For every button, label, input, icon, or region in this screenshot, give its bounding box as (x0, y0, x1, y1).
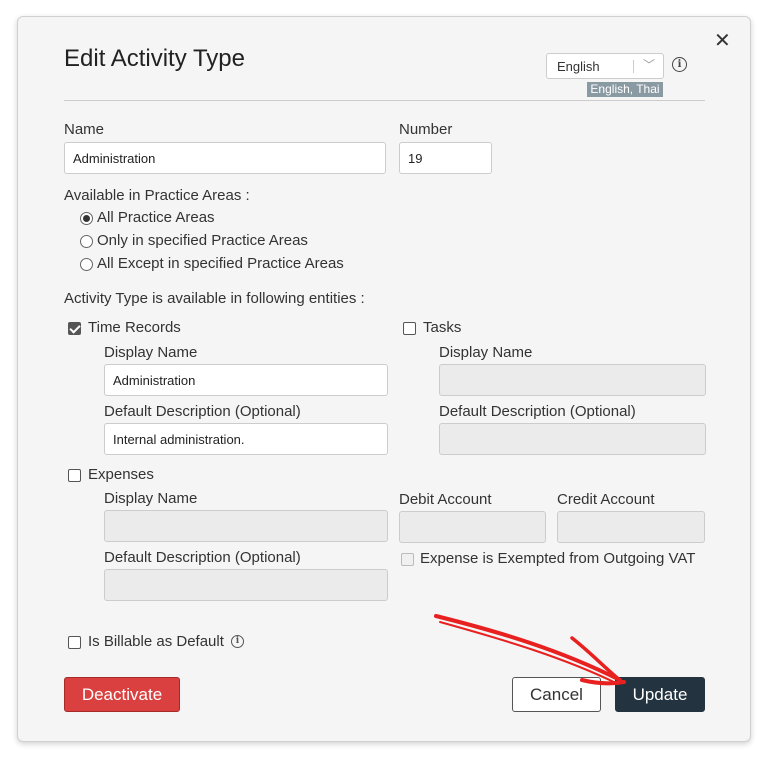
radio-all-except-specified-practice-areas[interactable] (80, 258, 93, 271)
number-label: Number (399, 121, 453, 138)
time-records-display-name-input[interactable]: Administration (104, 364, 388, 396)
practice-areas-label: Available in Practice Areas : (64, 187, 250, 204)
debit-account-input[interactable] (399, 511, 546, 543)
tasks-default-description-label: Default Description (Optional) (439, 403, 636, 420)
tasks-label: Tasks (423, 319, 462, 336)
number-input[interactable]: 19 (399, 142, 492, 174)
languages-badge: English, Thai (587, 82, 663, 97)
credit-account-label: Credit Account (557, 491, 655, 508)
time-records-checkbox[interactable] (68, 322, 81, 335)
dialog-title: Edit Activity Type (64, 45, 245, 72)
vat-exempt-checkbox[interactable] (401, 553, 414, 566)
debit-account-label: Debit Account (399, 491, 492, 508)
tasks-default-description-input[interactable] (439, 423, 706, 455)
billable-info-icon[interactable]: i (231, 635, 244, 648)
radio-label-all-except: All Except in specified Practice Areas (97, 255, 344, 272)
select-separator (633, 60, 634, 73)
language-select[interactable]: English ﹀ (546, 53, 664, 79)
close-icon[interactable]: ✕ (714, 31, 731, 51)
name-input[interactable]: Administration (64, 142, 386, 174)
radio-only-specified-practice-areas[interactable] (80, 235, 93, 248)
billable-checkbox[interactable] (68, 636, 81, 649)
info-icon[interactable]: i (672, 57, 687, 72)
tasks-checkbox[interactable] (403, 322, 416, 335)
expenses-label: Expenses (88, 466, 154, 483)
radio-label-only-specified: Only in specified Practice Areas (97, 232, 308, 249)
expenses-checkbox[interactable] (68, 469, 81, 482)
expenses-default-description-input[interactable] (104, 569, 388, 601)
deactivate-button[interactable]: Deactivate (64, 677, 180, 712)
billable-label: Is Billable as Default (88, 633, 224, 650)
time-records-label: Time Records (88, 319, 181, 336)
header-divider (64, 100, 705, 101)
entities-label: Activity Type is available in following … (64, 290, 365, 307)
expenses-default-description-label: Default Description (Optional) (104, 549, 301, 566)
language-select-value: English (557, 58, 600, 74)
tasks-display-name-label: Display Name (439, 344, 533, 361)
tasks-display-name-input[interactable] (439, 364, 706, 396)
time-records-default-description-input[interactable]: Internal administration. (104, 423, 388, 455)
time-records-default-description-label: Default Description (Optional) (104, 403, 301, 420)
vat-exempt-label: Expense is Exempted from Outgoing VAT (420, 550, 696, 567)
expenses-display-name-label: Display Name (104, 490, 198, 507)
cancel-button[interactable]: Cancel (512, 677, 601, 712)
edit-activity-type-dialog: Edit Activity Type ✕ English ﹀ i English… (17, 16, 751, 742)
expenses-display-name-input[interactable] (104, 510, 388, 542)
credit-account-input[interactable] (557, 511, 705, 543)
chevron-down-icon[interactable]: ﹀ (643, 56, 655, 73)
time-records-display-name-label: Display Name (104, 344, 198, 361)
name-label: Name (64, 121, 105, 138)
radio-label-all-practice-areas: All Practice Areas (97, 209, 215, 226)
update-button[interactable]: Update (615, 677, 705, 712)
radio-all-practice-areas[interactable] (80, 212, 93, 225)
